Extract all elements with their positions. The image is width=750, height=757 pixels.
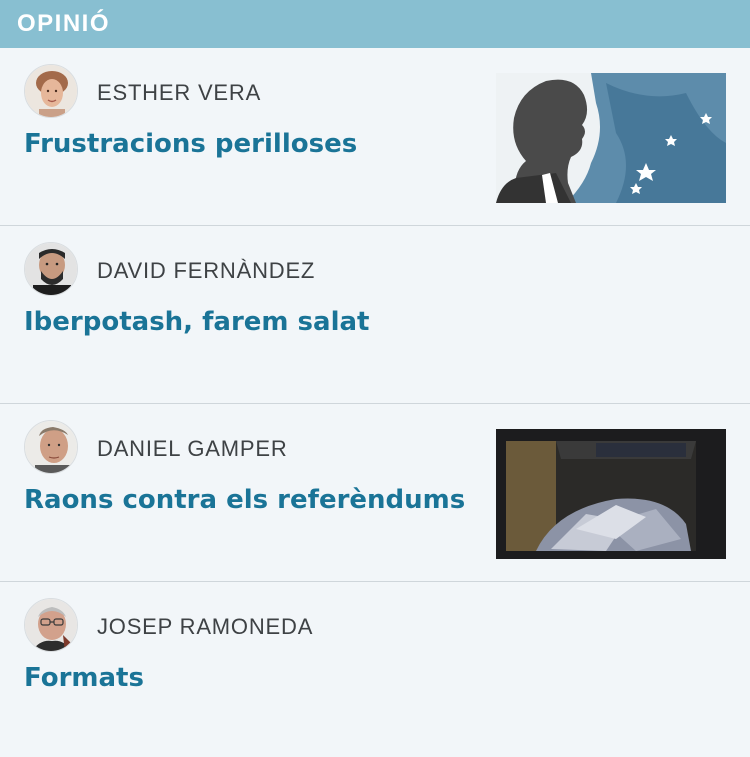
article-thumbnail[interactable] bbox=[496, 429, 726, 559]
article-thumbnail[interactable] bbox=[496, 73, 726, 203]
section-header: OPINIÓ bbox=[0, 0, 750, 48]
article-item[interactable]: JOSEP RAMONEDA Formats bbox=[0, 582, 750, 757]
author-name[interactable]: JOSEP RAMONEDA bbox=[97, 614, 313, 640]
article-item[interactable]: DANIEL GAMPER Raons contra els referèndu… bbox=[0, 404, 750, 582]
author-avatar bbox=[24, 242, 78, 296]
section-title: OPINIÓ bbox=[17, 10, 111, 37]
author-avatar bbox=[24, 64, 78, 118]
article-headline[interactable]: Frustracions perilloses bbox=[24, 129, 357, 159]
article-item[interactable]: ESTHER VERA Frustracions perilloses bbox=[0, 48, 750, 226]
article-headline[interactable]: Raons contra els referèndums bbox=[24, 485, 465, 515]
author-name[interactable]: DANIEL GAMPER bbox=[97, 436, 288, 462]
author-name[interactable]: DAVID FERNÀNDEZ bbox=[97, 258, 315, 284]
author-avatar bbox=[24, 420, 78, 474]
article-headline[interactable]: Iberpotash, farem salat bbox=[24, 307, 369, 337]
author-avatar bbox=[24, 598, 78, 652]
article-item[interactable]: DAVID FERNÀNDEZ Iberpotash, farem salat bbox=[0, 226, 750, 404]
article-headline[interactable]: Formats bbox=[24, 663, 144, 693]
author-name[interactable]: ESTHER VERA bbox=[97, 80, 261, 106]
